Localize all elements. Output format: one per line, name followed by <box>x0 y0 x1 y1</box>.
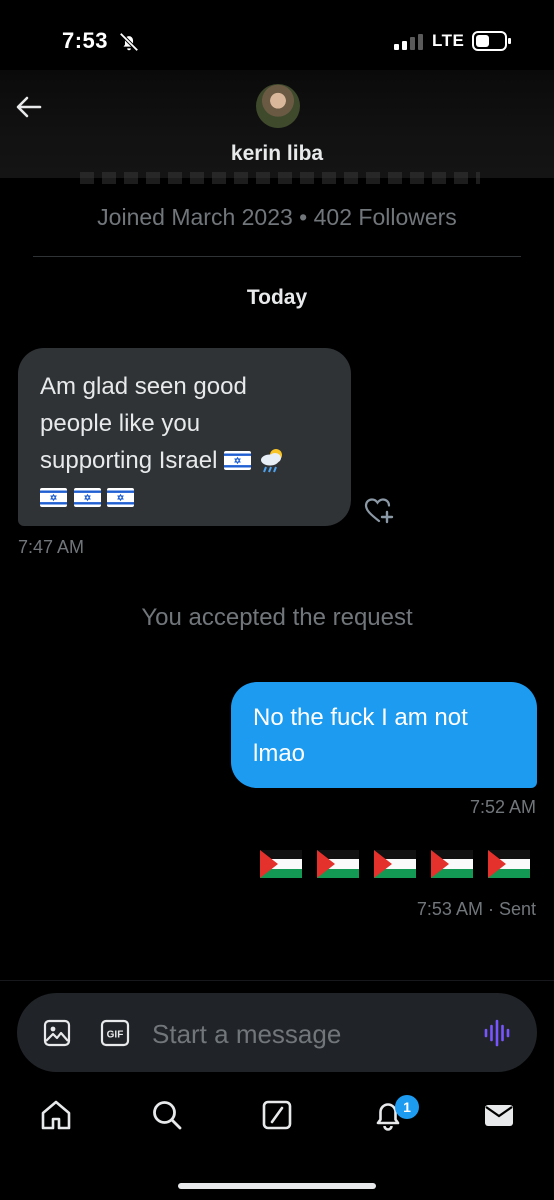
palestine-flag-icon <box>488 850 530 878</box>
search-icon[interactable] <box>150 1098 184 1132</box>
joined-info: Joined March 2023 • 402 Followers <box>97 204 457 230</box>
sent-status: · Sent <box>487 899 536 919</box>
sun-behind-rain-cloud-icon <box>260 449 282 473</box>
divider <box>33 256 521 257</box>
contact-name[interactable]: kerin liba <box>0 142 554 166</box>
message-line: supporting Israel <box>40 447 218 474</box>
status-time: 7:53 <box>62 28 109 53</box>
composer-divider <box>0 980 554 981</box>
message-line: people like you <box>40 410 201 437</box>
israel-flag-icon <box>224 451 252 470</box>
message-line: Am glad seen good <box>40 373 247 400</box>
svg-text:GIF: GIF <box>107 1030 124 1041</box>
message-line: No the fuck I am not <box>253 704 468 731</box>
messages-envelope-icon[interactable] <box>482 1098 516 1132</box>
palestine-flag-icon <box>374 850 416 878</box>
palestine-flag-icon <box>260 850 302 878</box>
home-icon[interactable] <box>39 1098 73 1132</box>
home-indicator <box>178 1183 376 1189</box>
add-reaction-icon[interactable] <box>364 497 396 525</box>
palestine-flag-icon <box>431 850 473 878</box>
incoming-message-bubble[interactable]: Am glad seen good people like you suppor… <box>18 348 351 526</box>
message-input[interactable] <box>150 1008 454 1060</box>
grok-icon[interactable] <box>260 1098 294 1132</box>
outgoing-timestamp: 7:52 AM <box>469 797 536 817</box>
israel-flag-icon <box>40 488 67 507</box>
battery-icon <box>472 31 511 51</box>
bell-slash-icon <box>119 32 139 52</box>
last-message-status: 7:53 AM · Sent <box>417 899 536 920</box>
network-label: LTE <box>432 31 465 50</box>
signal-icon <box>394 34 423 50</box>
israel-flag-icon <box>107 488 135 507</box>
palestine-flag-icon <box>317 850 359 878</box>
blurred-bio <box>80 172 480 184</box>
last-timestamp: 7:53 AM <box>416 899 483 919</box>
gif-icon[interactable]: GIF <box>99 1018 131 1048</box>
day-separator: Today <box>246 286 308 309</box>
emoji-message[interactable] <box>258 848 532 880</box>
contact-avatar[interactable] <box>256 84 300 128</box>
back-arrow-icon[interactable] <box>14 92 44 122</box>
notification-badge: 1 <box>395 1095 419 1119</box>
message-line: lmao <box>253 740 306 767</box>
voice-message-icon[interactable] <box>482 1018 512 1048</box>
image-icon[interactable] <box>42 1018 72 1048</box>
incoming-timestamp: 7:47 AM <box>18 537 85 557</box>
israel-flag-icon <box>73 488 101 507</box>
system-message: You accepted the request <box>141 604 413 631</box>
outgoing-message-bubble[interactable]: No the fuck I am not lmao <box>231 682 537 788</box>
